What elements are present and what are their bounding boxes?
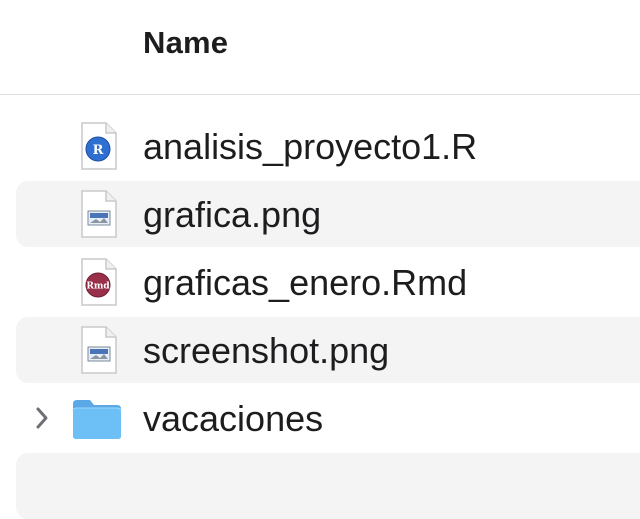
folder-name: vacaciones — [143, 398, 324, 439]
file-row[interactable]: Rmd graficas_enero.Rmd — [16, 249, 640, 315]
folder-row[interactable]: vacaciones — [16, 385, 640, 451]
chevron-right-icon[interactable] — [34, 405, 50, 431]
file-name: analisis_proyecto1.R — [143, 126, 478, 167]
r-badge-text: R — [93, 143, 104, 158]
png-image-icon — [81, 326, 117, 374]
png-image-icon — [81, 190, 117, 238]
file-row[interactable]: grafica.png — [16, 181, 640, 247]
file-name: grafica.png — [143, 194, 322, 235]
file-row[interactable]: screenshot.png — [16, 317, 640, 383]
rmarkdown-icon: Rmd — [81, 258, 117, 306]
file-row[interactable]: R analisis_proyecto1.R — [16, 113, 640, 179]
name-column-header[interactable]: Name — [143, 25, 228, 61]
column-header: Name — [0, 0, 640, 95]
rmd-badge-text: Rmd — [86, 282, 110, 292]
file-name: screenshot.png — [143, 330, 390, 371]
r-script-icon: R — [81, 122, 117, 170]
folder-icon — [72, 400, 122, 439]
empty-row — [16, 453, 640, 519]
file-name: graficas_enero.Rmd — [143, 262, 468, 303]
